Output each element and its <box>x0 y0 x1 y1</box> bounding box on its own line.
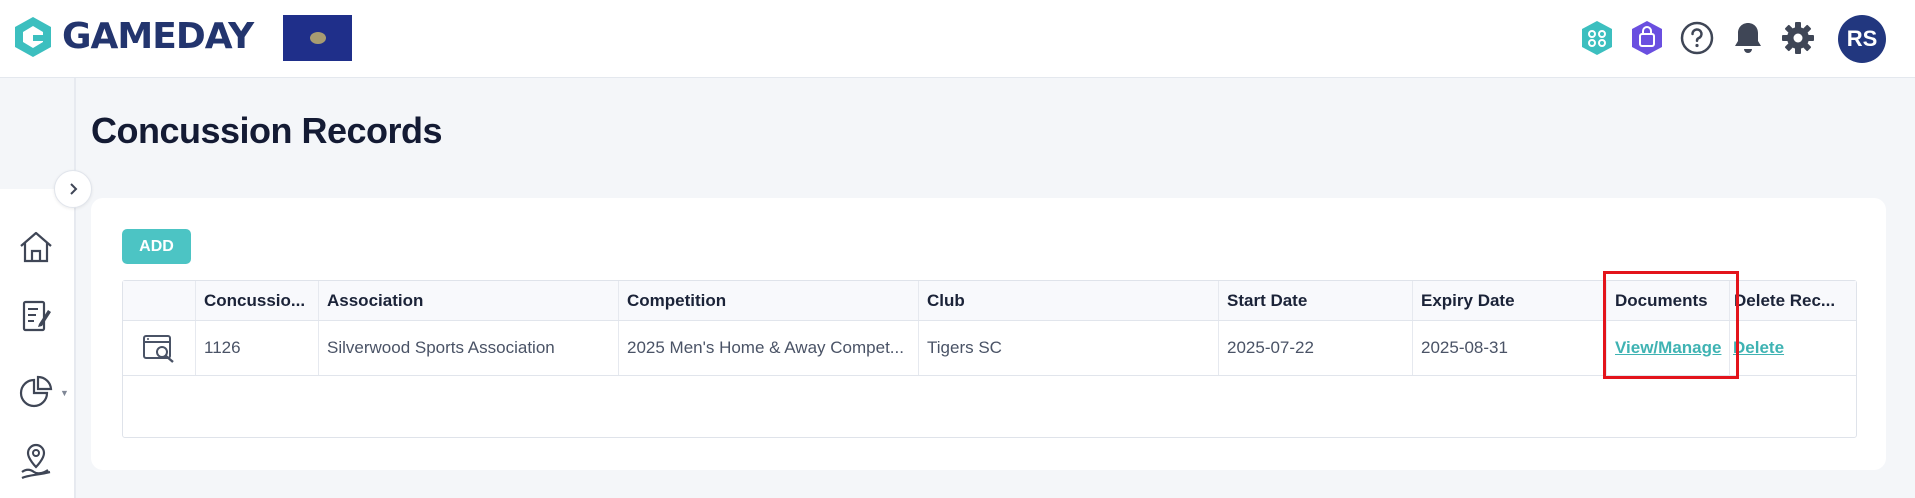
gameday-logo[interactable]: GAMEDAY <box>12 14 254 60</box>
registration-icon[interactable] <box>16 296 56 336</box>
header-delete-record[interactable]: Delete Rec... <box>1729 281 1856 320</box>
header-association[interactable]: Association <box>318 281 618 320</box>
add-button[interactable]: ADD <box>122 229 191 264</box>
crest-icon <box>309 32 326 44</box>
members-icon[interactable] <box>1578 19 1616 57</box>
reports-icon[interactable] <box>16 372 56 412</box>
header-expiry-date[interactable]: Expiry Date <box>1412 281 1606 320</box>
gameday-g-icon <box>15 17 51 57</box>
table-row: 1126 Silverwood Sports Association 2025 … <box>123 321 1856 376</box>
user-avatar[interactable]: RS <box>1838 15 1886 63</box>
shop-icon[interactable] <box>1628 19 1666 57</box>
cell-start-date: 2025-07-22 <box>1218 321 1412 375</box>
header-concussion-id[interactable]: Concussio... <box>195 281 318 320</box>
cell-association: Silverwood Sports Association <box>318 321 618 375</box>
chevron-right-icon <box>70 183 78 195</box>
gear-icon[interactable] <box>1779 19 1817 57</box>
brand-name: GAMEDAY <box>62 16 254 57</box>
documents-highlight-box <box>1603 271 1739 379</box>
page-title: Concussion Records <box>91 110 443 151</box>
help-icon[interactable] <box>1678 19 1716 57</box>
location-icon[interactable] <box>16 442 56 482</box>
header-competition[interactable]: Competition <box>618 281 918 320</box>
cell-competition: 2025 Men's Home & Away Compet... <box>618 321 918 375</box>
view-record-icon <box>143 335 174 363</box>
home-icon[interactable] <box>16 227 56 267</box>
sidebar-toggle-button[interactable] <box>54 170 92 208</box>
top-header: GAMEDAY RS <box>0 0 1915 78</box>
cell-concussion-id: 1126 <box>195 321 318 375</box>
sidebar <box>0 189 75 498</box>
concussion-records-table: Concussio... Association Competition Clu… <box>122 280 1857 438</box>
header-action <box>123 281 195 320</box>
organisation-logo[interactable] <box>283 15 352 61</box>
reports-caret-icon[interactable]: ▼ <box>60 388 69 398</box>
avatar-initials: RS <box>1846 26 1878 51</box>
delete-record-link[interactable]: Delete <box>1733 338 1784 358</box>
view-record-button[interactable] <box>123 321 195 375</box>
cell-expiry-date: 2025-08-31 <box>1412 321 1606 375</box>
bell-icon[interactable] <box>1729 19 1767 57</box>
table-header-row: Concussio... Association Competition Clu… <box>123 281 1856 321</box>
cell-club: Tigers SC <box>918 321 1218 375</box>
header-start-date[interactable]: Start Date <box>1218 281 1412 320</box>
header-club[interactable]: Club <box>918 281 1218 320</box>
cell-delete-record: Delete <box>1729 321 1856 375</box>
